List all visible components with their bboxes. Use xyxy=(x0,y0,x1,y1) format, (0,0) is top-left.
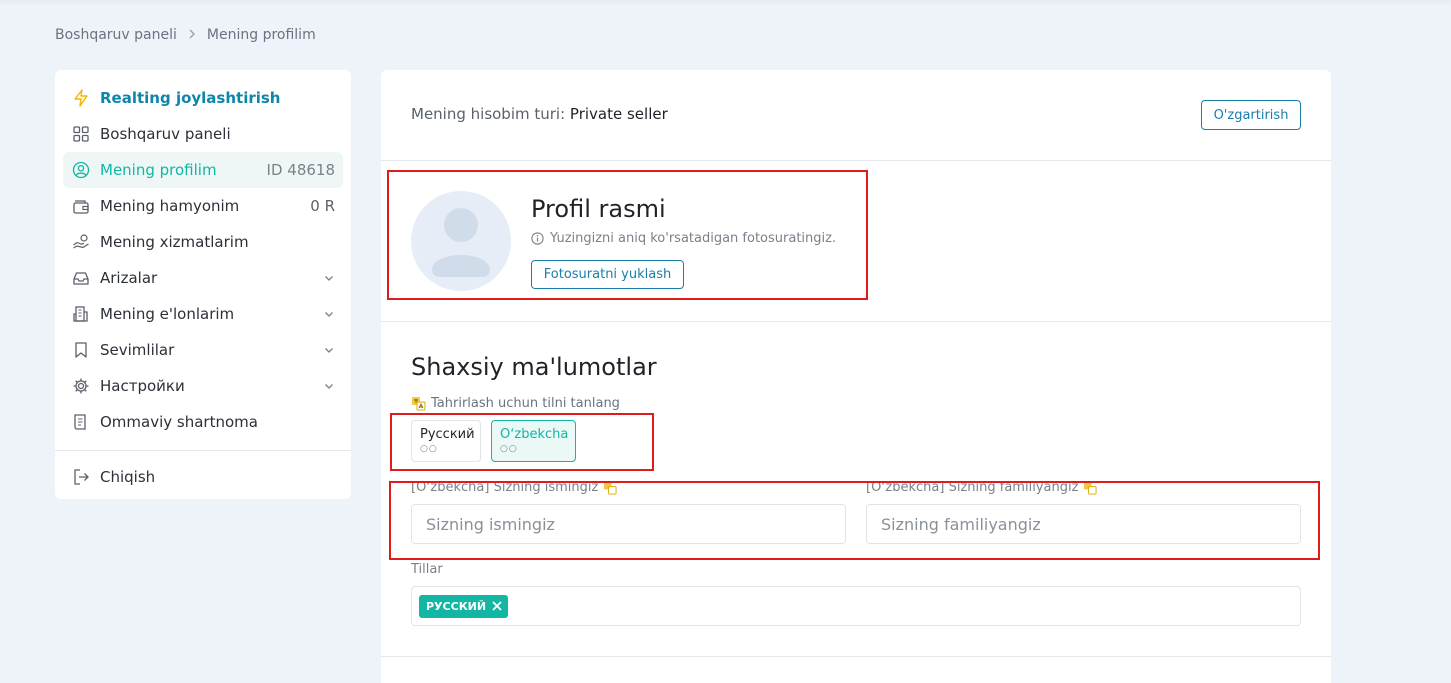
languages-tag-input[interactable]: РУССКИЙ xyxy=(411,586,1301,626)
sidebar-item-label: Mening xizmatlarim xyxy=(100,233,249,251)
sidebar-item-favorites[interactable]: Sevimlilar xyxy=(63,332,343,368)
lightning-icon xyxy=(72,89,90,107)
section-divider xyxy=(381,656,1331,657)
sidebar-item-label: Mening profilim xyxy=(100,161,217,179)
inbox-icon xyxy=(72,269,90,287)
sidebar-item-public-contract[interactable]: Ommaviy shartnoma xyxy=(63,404,343,440)
personal-info-title: Shaxsiy ma'lumotlar xyxy=(411,353,657,381)
wallet-balance: 0 R xyxy=(310,197,335,215)
sidebar-item-label: Sevimlilar xyxy=(100,341,175,359)
chevron-down-icon xyxy=(325,348,333,353)
sidebar-item-my-listings[interactable]: Mening e'lonlarim xyxy=(63,296,343,332)
chevron-down-icon xyxy=(325,312,333,317)
sidebar-item-label: Boshqaruv paneli xyxy=(100,125,231,143)
language-hint: Tahrirlash uchun tilni tanlang xyxy=(411,396,620,411)
sidebar-item-label: Mening hamyonim xyxy=(100,197,240,215)
chevron-down-icon xyxy=(325,276,333,281)
hand-coins-icon xyxy=(72,233,90,251)
sidebar-item-label: Realting joylashtirish xyxy=(100,89,281,107)
section-divider xyxy=(381,160,1331,161)
highlight-box-name-fields xyxy=(389,481,1320,560)
sidebar-item-label: Arizalar xyxy=(100,269,158,287)
sidebar-item-label: Ommaviy shartnoma xyxy=(100,413,258,431)
close-icon[interactable] xyxy=(491,600,503,612)
languages-label: Tillar xyxy=(411,562,443,577)
breadcrumb-current: Mening profilim xyxy=(206,27,316,43)
sidebar-divider xyxy=(55,450,351,451)
translate-icon xyxy=(412,397,426,411)
breadcrumb-dashboard[interactable]: Boshqaruv paneli xyxy=(55,27,177,43)
sidebar-item-label: Chiqish xyxy=(100,468,156,486)
grid-icon xyxy=(72,125,90,143)
profile-card: Mening hisobim turi: Private seller O'zg… xyxy=(381,70,1331,683)
sidebar: Realting joylashtirish Boshqaruv paneli … xyxy=(55,70,351,499)
chevron-right-icon xyxy=(187,28,197,42)
chevron-down-icon xyxy=(325,384,333,389)
sidebar-item-wallet[interactable]: Mening hamyonim 0 R xyxy=(63,188,343,224)
highlight-box-language-selector xyxy=(390,413,654,471)
account-type-row: Mening hisobim turi: Private seller xyxy=(411,105,668,123)
sidebar-item-dashboard[interactable]: Boshqaruv paneli xyxy=(63,116,343,152)
change-account-type-button[interactable]: O'zgartirish xyxy=(1201,100,1301,130)
language-hint-text: Tahrirlash uchun tilni tanlang xyxy=(431,396,620,411)
user-circle-icon xyxy=(72,161,90,179)
account-type-value: Private seller xyxy=(569,105,668,123)
language-tag-label: РУССКИЙ xyxy=(426,599,487,613)
section-divider xyxy=(381,321,1331,322)
sidebar-item-label: Mening e'lonlarim xyxy=(100,305,235,323)
sidebar-item-my-services[interactable]: Mening xizmatlarim xyxy=(63,224,343,260)
wallet-icon xyxy=(72,197,90,215)
gear-icon xyxy=(72,377,90,395)
sidebar-item-realting-placement[interactable]: Realting joylashtirish xyxy=(63,80,343,116)
sidebar-item-logout[interactable]: Chiqish xyxy=(63,459,343,495)
top-bar xyxy=(0,0,1451,6)
building-icon xyxy=(72,305,90,323)
profile-id: ID 48618 xyxy=(266,161,335,179)
breadcrumb: Boshqaruv paneli Mening profilim xyxy=(55,27,316,43)
bookmark-icon xyxy=(72,341,90,359)
sidebar-item-settings[interactable]: Настройки xyxy=(63,368,343,404)
language-tag-russian: РУССКИЙ xyxy=(419,594,509,618)
document-icon xyxy=(72,413,90,431)
account-type-prefix: Mening hisobim turi: xyxy=(411,105,570,123)
sidebar-item-label: Настройки xyxy=(100,377,185,395)
logout-icon xyxy=(72,468,90,486)
highlight-box-profile-photo xyxy=(387,170,868,300)
sidebar-item-my-profile[interactable]: Mening profilim ID 48618 xyxy=(63,152,343,188)
sidebar-item-applications[interactable]: Arizalar xyxy=(63,260,343,296)
